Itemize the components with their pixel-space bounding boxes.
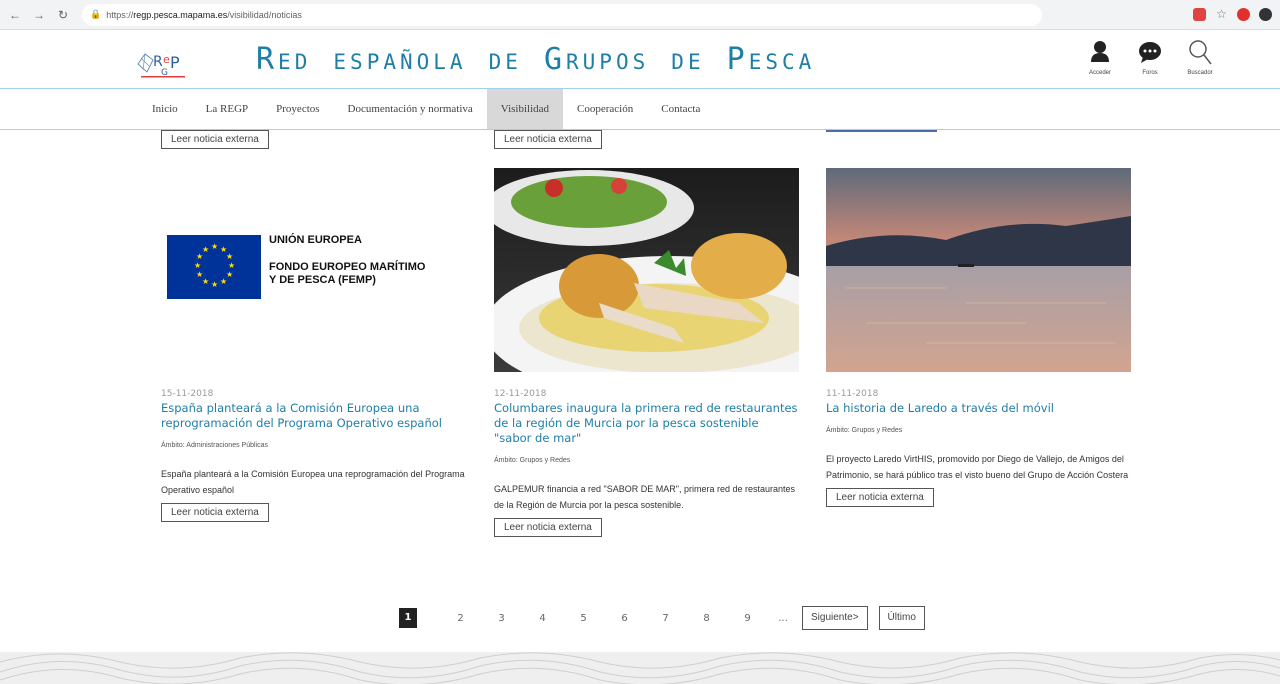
nav-item-cooperacion[interactable]: Cooperación	[563, 89, 647, 129]
news-summary: España planteará a la Comisión Europea u…	[161, 469, 465, 495]
address-bar[interactable]: 🔒 https://regp.pesca.mapama.es/visibilid…	[82, 3, 1042, 26]
search-tool[interactable]: Buscador	[1180, 38, 1220, 76]
lock-icon: 🔒	[90, 9, 102, 19]
main-nav: Inicio La REGP Proyectos Documentación y…	[0, 88, 1280, 130]
star-icon[interactable]: ☆	[1215, 8, 1228, 21]
adblock-icon[interactable]	[1237, 8, 1250, 21]
page-link[interactable]: 4	[522, 613, 563, 624]
nav-item-proyectos[interactable]: Proyectos	[262, 89, 333, 129]
svg-text:★: ★	[194, 261, 201, 270]
login-tool[interactable]: Acceder	[1080, 38, 1120, 76]
url-prefix: https://	[106, 9, 134, 20]
svg-text:★: ★	[202, 245, 209, 254]
forums-tool[interactable]: Foros	[1130, 38, 1170, 76]
page-link[interactable]: 6	[604, 613, 645, 624]
previous-button-edge	[826, 130, 937, 132]
news-card: ★ ★ ★ ★ ★ ★ ★ ★ ★ ★ ★ ★ UNIÓN EUROPEA FONDO EURO…	[161, 168, 466, 522]
femp-logo-image[interactable]: ★ ★ ★ ★ ★ ★ ★ ★ ★ ★ ★ ★ UNIÓN EUROPEA FONDO EURO…	[161, 168, 466, 372]
read-external-button[interactable]: Leer noticia externa	[494, 130, 602, 149]
next-page-button[interactable]: Siguiente>	[802, 606, 868, 630]
food-plate-image[interactable]	[494, 168, 799, 372]
news-date: 11-11-2018	[826, 389, 879, 399]
header-tools: Acceder Foros Buscador	[1080, 38, 1220, 76]
nav-item-visibilidad[interactable]: Visibilidad	[486, 89, 564, 129]
femp-line-3: Y DE PESCA (FEMP)	[269, 274, 376, 286]
forums-label: Foros	[1142, 70, 1158, 76]
svg-text:P: P	[170, 53, 180, 72]
femp-line-2: FONDO EUROPEO MARÍTIMO	[269, 261, 426, 273]
page-link[interactable]: 2	[440, 613, 481, 624]
read-external-button[interactable]: Leer noticia externa	[826, 488, 934, 507]
read-external-button[interactable]: Leer noticia externa	[494, 518, 602, 537]
news-title[interactable]: La historia de Laredo a través del móvil	[826, 401, 1131, 416]
page-link[interactable]: 7	[645, 613, 686, 624]
page-link[interactable]: 8	[686, 613, 727, 624]
news-title[interactable]: España planteará a la Comisión Europea u…	[161, 401, 466, 431]
eu-flag-icon: ★ ★ ★ ★ ★ ★ ★ ★ ★ ★ ★ ★	[167, 235, 261, 299]
last-page-button[interactable]: Último	[878, 606, 925, 630]
profile-avatar[interactable]	[1259, 8, 1272, 21]
page-ellipsis: ...	[778, 612, 788, 624]
footer-wave-decoration	[0, 652, 1280, 684]
femp-logo-text: UNIÓN EUROPEA FONDO EUROPEO MARÍTIMO Y D…	[269, 234, 425, 287]
user-icon	[1091, 41, 1109, 62]
news-ambito: Ámbito: Grupos y Redes	[826, 427, 903, 434]
news-ambito: Ámbito: Grupos y Redes	[494, 457, 571, 464]
chat-bubble-icon	[1139, 42, 1161, 63]
login-label: Acceder	[1088, 70, 1111, 76]
page-link[interactable]: 9	[727, 613, 768, 624]
femp-line-1: UNIÓN EUROPEA	[269, 234, 362, 246]
read-external-button[interactable]: Leer noticia externa	[161, 503, 269, 522]
news-date: 15-11-2018	[161, 389, 214, 399]
news-card: 11-11-2018 La historia de Laredo a travé…	[826, 168, 1131, 507]
page-link[interactable]: 3	[481, 613, 522, 624]
svg-text:★: ★	[211, 242, 218, 251]
news-title[interactable]: Columbares inaugura la primera red de re…	[494, 401, 799, 446]
read-external-button[interactable]: Leer noticia externa	[161, 130, 269, 149]
page-link[interactable]: 5	[563, 613, 604, 624]
url-path: /visibilidad/noticias	[227, 9, 302, 20]
search-icon	[1189, 40, 1212, 65]
nav-item-inicio[interactable]: Inicio	[138, 89, 192, 129]
regp-logo[interactable]: R e P G	[135, 46, 197, 80]
site-header: R e P G Red española de Grupos de Pesca …	[0, 30, 1280, 88]
back-icon[interactable]: ←	[6, 6, 24, 24]
svg-text:★: ★	[220, 277, 227, 286]
news-summary: El proyecto Laredo VirtHIS, promovido po…	[826, 454, 1129, 480]
svg-text:★: ★	[196, 270, 203, 279]
nav-item-la-regp[interactable]: La REGP	[192, 89, 262, 129]
svg-text:★: ★	[228, 261, 235, 270]
forward-icon[interactable]: →	[30, 6, 48, 24]
svg-text:e: e	[163, 53, 170, 66]
news-card: 12-11-2018 Columbares inaugura la primer…	[494, 168, 799, 537]
news-grid: Leer noticia externa Leer noticia extern…	[0, 130, 1280, 650]
search-label: Buscador	[1187, 70, 1213, 76]
reload-icon[interactable]: ↻	[54, 6, 72, 24]
extensions-area: ☆	[1193, 8, 1280, 21]
pagination: 1 2 3 4 5 6 7 8 9 ... Siguiente> Último	[399, 606, 925, 630]
nav-item-documentacion[interactable]: Documentación y normativa	[334, 89, 487, 129]
news-ambito: Ámbito: Administraciones Públicas	[161, 442, 268, 449]
nav-item-contacta[interactable]: Contacta	[647, 89, 714, 129]
news-summary: GALPEMUR financia a red "SABOR DE MAR", …	[494, 484, 796, 510]
url-host: regp.pesca.mapama.es	[133, 9, 228, 20]
extension-icon[interactable]	[1193, 8, 1206, 21]
sunset-sea-image[interactable]	[826, 168, 1131, 372]
svg-text:★: ★	[211, 280, 218, 289]
site-title: Red española de Grupos de Pesca	[256, 42, 816, 77]
page-current[interactable]: 1	[399, 608, 417, 628]
browser-toolbar: ← → ↻ 🔒 https://regp.pesca.mapama.es/vis…	[0, 0, 1280, 30]
news-date: 12-11-2018	[494, 389, 547, 399]
svg-text:★: ★	[226, 252, 233, 261]
